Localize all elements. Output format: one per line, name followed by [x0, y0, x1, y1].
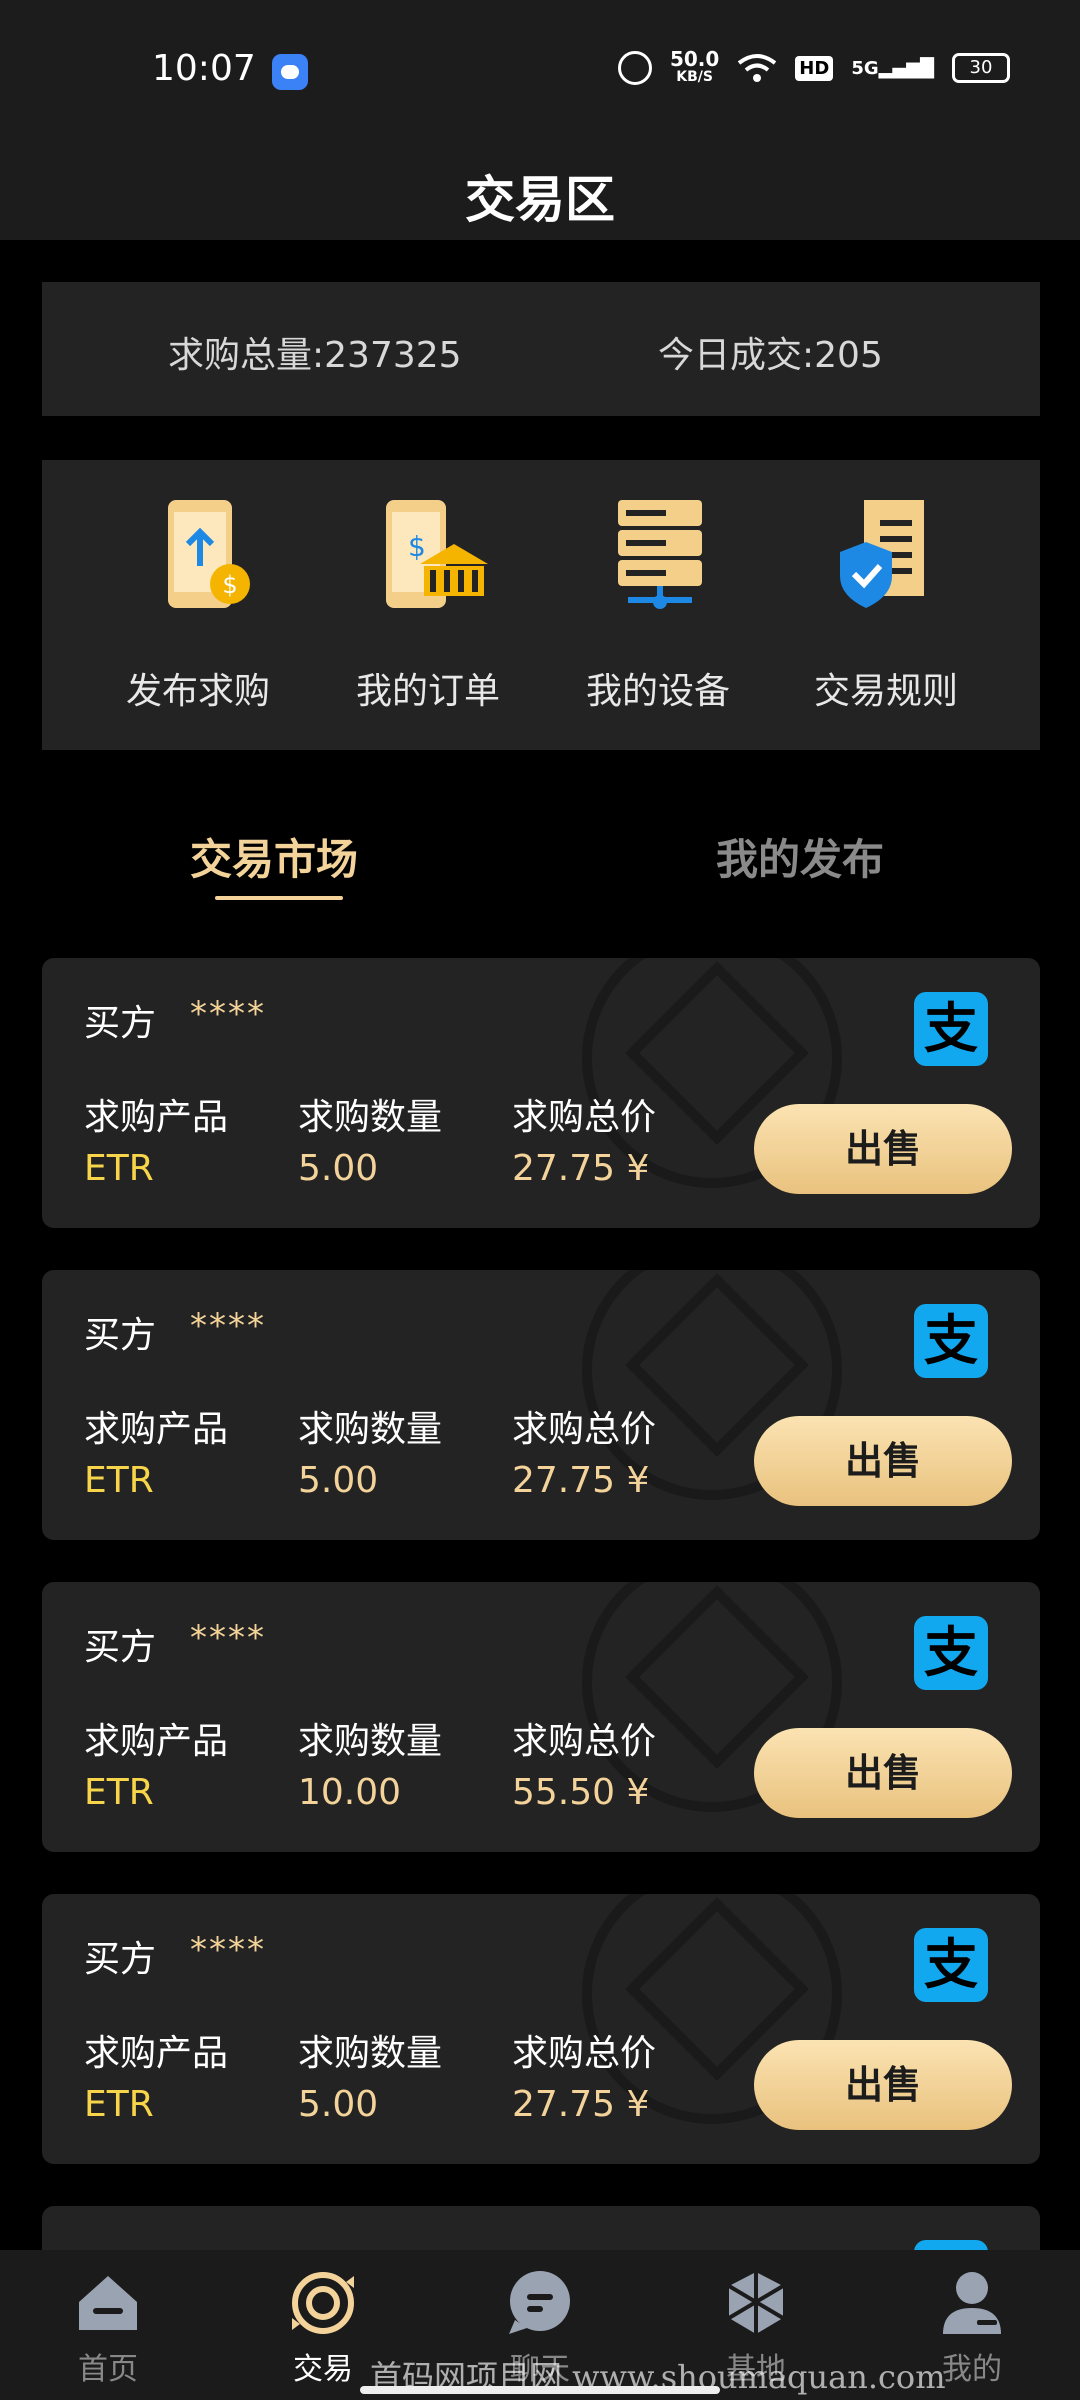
sell-button[interactable]: 出售 — [754, 1416, 1012, 1506]
battery-icon: 30 — [952, 53, 1010, 83]
total-price-label: 求购总价 — [512, 1721, 657, 1762]
product-label: 求购产品 — [84, 2033, 229, 2074]
publish-request-button[interactable]: $ 发布求购 — [98, 496, 298, 714]
product-label: 求购产品 — [84, 1097, 229, 1138]
document-shield-icon — [826, 496, 946, 616]
total-price-value: 27.75 ¥ — [512, 1460, 650, 1501]
alipay-icon: 支 — [914, 1304, 988, 1378]
total-price-value: 55.50 ¥ — [512, 1772, 650, 1813]
product-value: ETR — [84, 2084, 154, 2125]
svg-text:$: $ — [222, 571, 237, 599]
order-card: 买方 **** 支 求购产品 求购数量 求购总价 ETR 5.00 27.75 … — [42, 958, 1040, 1228]
publish-request-label: 发布求购 — [125, 671, 270, 712]
tab-market[interactable]: 交易市场 — [190, 826, 358, 887]
total-price-value: 27.75 ¥ — [512, 2084, 650, 2125]
order-list: 买方 **** 支 求购产品 求购数量 求购总价 ETR 5.00 27.75 … — [42, 958, 1040, 2266]
status-bar: 10:07 50.0 KB/S HD 5G▂▄▆█ 30 — [0, 0, 1080, 140]
sell-button[interactable]: 出售 — [754, 1728, 1012, 1818]
product-value: ETR — [84, 1460, 154, 1501]
buyer-name: **** — [190, 1930, 266, 1970]
stats-panel: 求购总量:237325 今日成交:205 — [42, 282, 1040, 416]
server-devices-icon — [598, 496, 718, 616]
trade-rules-button[interactable]: 交易规则 — [786, 496, 986, 714]
quantity-label: 求购数量 — [298, 1409, 443, 1450]
product-label: 求购产品 — [84, 1409, 229, 1450]
buyer-name: **** — [190, 1306, 266, 1346]
total-requests-label: 求购总量: — [168, 335, 325, 376]
my-devices-button[interactable]: 我的设备 — [558, 496, 758, 714]
buyer-name: **** — [190, 1618, 266, 1658]
hd-badge: HD — [795, 55, 834, 81]
trade-icon — [288, 2268, 358, 2338]
quantity-value: 5.00 — [298, 2084, 379, 2125]
product-value: ETR — [84, 1148, 154, 1189]
total-requests: 求购总量:237325 — [168, 326, 462, 378]
product-value: ETR — [84, 1772, 154, 1813]
svg-text:$: $ — [408, 530, 426, 563]
my-orders-button[interactable]: $ 我的订单 — [328, 496, 528, 714]
order-card: 买方 **** 支 求购产品 求购数量 求购总价 ETR 5.00 27.75 … — [42, 1270, 1040, 1540]
trade-rules-label: 交易规则 — [813, 671, 958, 712]
bank-orders-icon: $ — [368, 496, 488, 616]
buyer-label: 买方 — [84, 1315, 157, 1356]
alarm-icon — [617, 51, 652, 85]
total-requests-value: 237325 — [324, 335, 462, 376]
quantity-label: 求购数量 — [298, 1097, 443, 1138]
order-card: 买方 **** 支 求购产品 求购数量 求购总价 ETR 5.00 27.75 … — [42, 1894, 1040, 2164]
alipay-icon: 支 — [914, 1928, 988, 2002]
nav-home[interactable]: 首页 — [38, 2268, 178, 2388]
notification-app-icon — [272, 54, 308, 90]
status-indicators: 50.0 KB/S HD 5G▂▄▆█ 30 — [617, 47, 1010, 86]
tab-my-posts[interactable]: 我的发布 — [716, 826, 884, 887]
cube-icon — [721, 2268, 791, 2338]
total-price-label: 求购总价 — [512, 2033, 657, 2074]
network-speed: 50.0 KB/S — [669, 47, 720, 86]
tab-bar: 交易市场 我的发布 — [0, 810, 1080, 910]
buyer-label: 买方 — [84, 1003, 157, 1044]
today-deals: 今日成交:205 — [658, 326, 883, 378]
today-deals-value: 205 — [814, 335, 883, 376]
signal-icon: 5G▂▄▆█ — [851, 57, 934, 79]
tab-active-indicator — [215, 896, 343, 900]
sell-button[interactable]: 出售 — [754, 1104, 1012, 1194]
my-devices-label: 我的设备 — [585, 671, 730, 712]
total-price-label: 求购总价 — [512, 1409, 657, 1450]
quantity-value: 5.00 — [298, 1148, 379, 1189]
status-time: 10:07 — [152, 48, 256, 89]
page-title: 交易区 — [465, 171, 615, 229]
chat-icon — [505, 2268, 575, 2338]
phone-upload-icon: $ — [138, 496, 258, 616]
buyer-label: 买方 — [84, 1939, 157, 1980]
wifi-icon — [738, 54, 777, 82]
total-price-value: 27.75 ¥ — [512, 1148, 650, 1189]
quantity-value: 10.00 — [298, 1772, 402, 1813]
alipay-icon: 支 — [914, 1616, 988, 1690]
sell-button[interactable]: 出售 — [754, 2040, 1012, 2130]
profile-icon — [937, 2268, 1007, 2338]
header: 交易区 — [0, 140, 1080, 240]
total-price-label: 求购总价 — [512, 1097, 657, 1138]
quantity-label: 求购数量 — [298, 2033, 443, 2074]
network-speed-unit: KB/S — [676, 69, 713, 85]
quick-actions: $ 发布求购 $ 我的订单 我的设备 交易规则 — [42, 460, 1040, 750]
home-icon — [73, 2268, 143, 2338]
home-indicator[interactable] — [360, 2386, 720, 2394]
nav-home-label: 首页 — [78, 2352, 138, 2387]
signal-label: 5G — [851, 57, 879, 79]
today-deals-label: 今日成交: — [658, 335, 815, 376]
buyer-label: 买方 — [84, 1627, 157, 1668]
my-orders-label: 我的订单 — [355, 671, 500, 712]
buyer-name: **** — [190, 994, 266, 1034]
network-speed-value: 50.0 — [669, 47, 720, 71]
product-label: 求购产品 — [84, 1721, 229, 1762]
quantity-label: 求购数量 — [298, 1721, 443, 1762]
quantity-value: 5.00 — [298, 1460, 379, 1501]
order-card: 买方 **** 支 求购产品 求购数量 求购总价 ETR 10.00 55.50… — [42, 1582, 1040, 1852]
alipay-icon: 支 — [914, 992, 988, 1066]
